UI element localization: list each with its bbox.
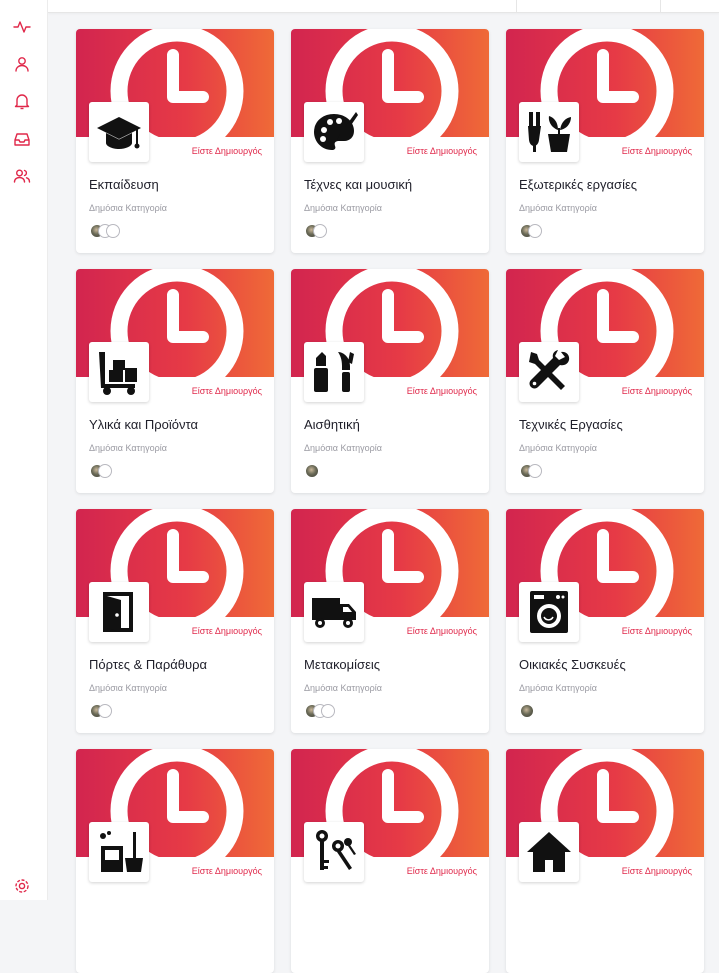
avatar (520, 704, 534, 718)
category-card[interactable]: Είστε Δημιουργός Μετακομίσεις Δημόσια Κα… (291, 509, 489, 733)
category-card[interactable]: Είστε Δημιουργός Υλικά και Προϊόντα Δημό… (76, 269, 274, 493)
category-card[interactable]: Είστε Δημιουργός (76, 749, 274, 973)
washing-machine-icon (519, 582, 579, 642)
topbar-divider (660, 0, 661, 12)
avatar (98, 464, 112, 478)
card-subtitle: Δημόσια Κατηγορία (304, 683, 382, 693)
card-subtitle: Δημόσια Κατηγορία (304, 443, 382, 453)
avatar (305, 464, 319, 478)
category-card[interactable]: Είστε Δημιουργός Εκπαίδευση Δημόσια Κατη… (76, 29, 274, 253)
card-title[interactable]: Εκπαίδευση (89, 177, 159, 192)
user-icon[interactable] (12, 54, 32, 74)
door-icon (89, 582, 149, 642)
card-title[interactable]: Υλικά και Προϊόντα (89, 417, 198, 432)
card-title[interactable]: Πόρτες & Παράθυρα (89, 657, 207, 672)
card-title[interactable]: Οικιακές Συσκευές (519, 657, 626, 672)
hand-truck-icon (89, 342, 149, 402)
creator-label: Είστε Δημιουργός (406, 146, 477, 156)
avatar (313, 224, 327, 238)
category-card[interactable]: Είστε Δημιουργός Οικιακές Συσκευές Δημόσ… (506, 509, 704, 733)
card-title[interactable]: Τέχνες και μουσική (304, 177, 412, 192)
category-card[interactable]: Είστε Δημιουργός Τεχνικές Εργασίες Δημόσ… (506, 269, 704, 493)
category-card[interactable]: Είστε Δημιουργός Αισθητική Δημόσια Κατηγ… (291, 269, 489, 493)
bell-icon[interactable] (12, 91, 32, 111)
sidebar (0, 0, 48, 900)
category-card[interactable]: Είστε Δημιουργός Τέχνες και μουσική Δημό… (291, 29, 489, 253)
creator-label: Είστε Δημιουργός (406, 866, 477, 876)
creator-label: Είστε Δημιουργός (621, 866, 692, 876)
card-subtitle: Δημόσια Κατηγορία (519, 683, 597, 693)
category-card[interactable]: Είστε Δημιουργός (506, 749, 704, 973)
makeup-icon (304, 342, 364, 402)
card-subtitle: Δημόσια Κατηγορία (89, 683, 167, 693)
card-title[interactable]: Αισθητική (304, 417, 360, 432)
avatar (106, 224, 120, 238)
creator-label: Είστε Δημιουργός (621, 146, 692, 156)
settings-icon[interactable] (12, 876, 32, 896)
creator-label: Είστε Δημιουργός (191, 146, 262, 156)
keys-icon (304, 822, 364, 882)
category-card[interactable]: Είστε Δημιουργός (291, 749, 489, 973)
graduation-cap-icon (89, 102, 149, 162)
category-card[interactable]: Είστε Δημιουργός Εξωτερικές εργασίες Δημ… (506, 29, 704, 253)
truck-icon (304, 582, 364, 642)
avatar (528, 464, 542, 478)
card-title[interactable]: Τεχνικές Εργασίες (519, 417, 623, 432)
top-bar (48, 0, 719, 13)
card-subtitle: Δημόσια Κατηγορία (304, 203, 382, 213)
inbox-icon[interactable] (12, 129, 32, 149)
card-subtitle: Δημόσια Κατηγορία (89, 203, 167, 213)
cleaning-icon (89, 822, 149, 882)
card-title[interactable]: Εξωτερικές εργασίες (519, 177, 637, 192)
creator-label: Είστε Δημιουργός (191, 866, 262, 876)
creator-label: Είστε Δημιουργός (191, 386, 262, 396)
card-subtitle: Δημόσια Κατηγορία (519, 203, 597, 213)
creator-label: Είστε Δημιουργός (406, 626, 477, 636)
creator-label: Είστε Δημιουργός (621, 386, 692, 396)
tools-icon (519, 342, 579, 402)
card-subtitle: Δημόσια Κατηγορία (519, 443, 597, 453)
creator-label: Είστε Δημιουργός (406, 386, 477, 396)
avatar (98, 704, 112, 718)
card-subtitle: Δημόσια Κατηγορία (89, 443, 167, 453)
avatar (321, 704, 335, 718)
creator-label: Είστε Δημιουργός (621, 626, 692, 636)
creator-label: Είστε Δημιουργός (191, 626, 262, 636)
category-card[interactable]: Είστε Δημιουργός Πόρτες & Παράθυρα Δημόσ… (76, 509, 274, 733)
card-title[interactable]: Μετακομίσεις (304, 657, 380, 672)
topbar-divider (516, 0, 517, 12)
avatar (528, 224, 542, 238)
activity-icon[interactable] (12, 17, 32, 37)
gardening-icon (519, 102, 579, 162)
house-icon (519, 822, 579, 882)
palette-icon (304, 102, 364, 162)
users-icon[interactable] (12, 166, 32, 186)
